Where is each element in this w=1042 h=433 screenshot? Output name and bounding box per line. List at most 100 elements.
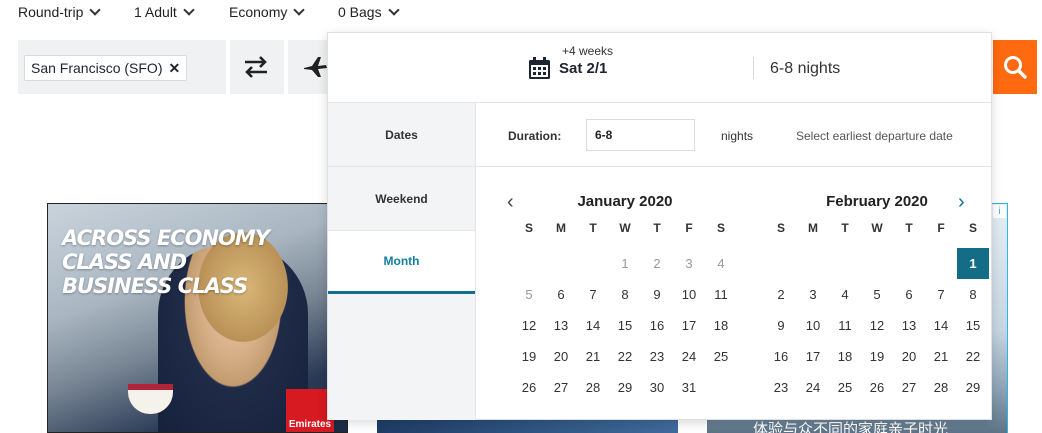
bags-dropdown[interactable]: 0 Bags	[338, 3, 400, 20]
calendar-day[interactable]: 18	[829, 341, 861, 372]
origin-chip: San Francisco (SFO) ✕	[24, 55, 188, 81]
weekday-header: W	[871, 221, 883, 235]
calendar-day[interactable]: 15	[957, 310, 989, 341]
calendar-day[interactable]: 16	[641, 310, 673, 341]
duration-unit: nights	[721, 129, 754, 143]
calendar-day[interactable]: 11	[829, 310, 861, 341]
calendar-day[interactable]: 4	[705, 248, 737, 279]
calendar-day[interactable]: 2	[765, 279, 797, 310]
calendar-day[interactable]: 26	[513, 372, 545, 403]
trip-type-label: Round-trip	[18, 4, 84, 20]
weekday-header: W	[619, 221, 631, 235]
calendar-day[interactable]: 30	[641, 372, 673, 403]
calendar-day[interactable]: 23	[641, 341, 673, 372]
ad-headline-line1: ACROSS ECONOMY CLASS AND	[62, 226, 270, 274]
calendar-day[interactable]: 14	[925, 310, 957, 341]
calendar-day[interactable]: 24	[673, 341, 705, 372]
plus-weeks-label: +4 weeks	[562, 44, 614, 58]
calendar-day[interactable]: 22	[609, 341, 641, 372]
remove-origin-icon[interactable]: ✕	[168, 60, 180, 77]
middle-ad[interactable]	[377, 418, 678, 433]
calendar-day[interactable]: 19	[513, 341, 545, 372]
calendar-day[interactable]: 27	[545, 372, 577, 403]
duration-input[interactable]	[586, 119, 695, 151]
empty-day-cell	[861, 248, 893, 279]
calendar-day[interactable]: 5	[513, 279, 545, 310]
calendar-day[interactable]: 13	[545, 310, 577, 341]
calendar-day[interactable]: 11	[705, 279, 737, 310]
calendar-day[interactable]: 21	[925, 341, 957, 372]
calendar-day[interactable]: 31	[673, 372, 705, 403]
calendar-day[interactable]: 29	[957, 372, 989, 403]
calendar-day[interactable]: 3	[797, 279, 829, 310]
calendar-day[interactable]: 29	[609, 372, 641, 403]
empty-day-cell	[513, 248, 545, 279]
calendar-day[interactable]: 25	[829, 372, 861, 403]
weekday-header: M	[556, 221, 566, 235]
weekday-header: M	[808, 221, 818, 235]
calendar-day[interactable]: 8	[957, 279, 989, 310]
calendar-day[interactable]: 6	[893, 279, 925, 310]
calendar-day[interactable]: 13	[893, 310, 925, 341]
month-title: January 2020	[577, 193, 673, 210]
empty-day-cell	[705, 372, 737, 403]
tab-month[interactable]: Month	[328, 231, 475, 294]
calendar-day[interactable]: 10	[797, 310, 829, 341]
calendar-day[interactable]: 9	[765, 310, 797, 341]
calendar-day[interactable]: 18	[705, 310, 737, 341]
calendar-day[interactable]: 3	[673, 248, 705, 279]
calendar-day[interactable]: 12	[861, 310, 893, 341]
cabin-dropdown[interactable]: Economy	[229, 3, 306, 20]
calendar-day[interactable]: 23	[765, 372, 797, 403]
calendar-day[interactable]: 9	[641, 279, 673, 310]
search-button[interactable]	[993, 40, 1037, 94]
weekday-header: T	[589, 221, 597, 235]
calendar-day[interactable]: 7	[577, 279, 609, 310]
nights-summary[interactable]: 6-8 nights	[770, 60, 840, 78]
swap-icon	[245, 56, 267, 78]
calendar-day[interactable]: 12	[513, 310, 545, 341]
empty-day-cell	[577, 248, 609, 279]
calendar-day[interactable]: 8	[609, 279, 641, 310]
calendar-day[interactable]: 17	[797, 341, 829, 372]
date-picker-popover: +4 weeks Sat 2/1 6-8 nights Dates Weeken…	[327, 32, 992, 420]
calendar-day[interactable]: 14	[577, 310, 609, 341]
calendar-day[interactable]: 28	[925, 372, 957, 403]
calendar-day[interactable]: 15	[609, 310, 641, 341]
calendar-day[interactable]: 27	[893, 372, 925, 403]
calendar-day[interactable]: 1	[957, 248, 989, 279]
calendar-day[interactable]: 28	[577, 372, 609, 403]
calendar-day[interactable]: 6	[545, 279, 577, 310]
tab-weekend[interactable]: Weekend	[328, 167, 475, 231]
next-month-button[interactable]: ›	[958, 192, 965, 212]
emirates-ad[interactable]: ACROSS ECONOMY CLASS AND BUSINESS CLASS …	[47, 203, 348, 433]
calendar-day[interactable]: 16	[765, 341, 797, 372]
calendar-day[interactable]: 19	[861, 341, 893, 372]
calendar-day[interactable]: 25	[705, 341, 737, 372]
passengers-dropdown[interactable]: 1 Adult	[134, 3, 195, 20]
calendar-day[interactable]: 2	[641, 248, 673, 279]
calendar-day[interactable]: 24	[797, 372, 829, 403]
weekday-header: T	[653, 221, 661, 235]
selected-date[interactable]: Sat 2/1	[559, 60, 607, 77]
header-divider	[753, 57, 754, 79]
ad-headline: ACROSS ECONOMY CLASS AND BUSINESS CLASS	[62, 226, 312, 298]
tab-dates[interactable]: Dates	[328, 103, 475, 167]
trip-type-dropdown[interactable]: Round-trip	[18, 3, 102, 20]
calendar-day[interactable]: 10	[673, 279, 705, 310]
duration-row: Duration: nights Select earliest departu…	[476, 103, 991, 167]
calendar-day[interactable]: 7	[925, 279, 957, 310]
calendar-day[interactable]: 20	[893, 341, 925, 372]
calendar-day[interactable]: 4	[829, 279, 861, 310]
calendar-day[interactable]: 22	[957, 341, 989, 372]
calendar-day[interactable]: 26	[861, 372, 893, 403]
calendar-day[interactable]: 17	[673, 310, 705, 341]
calendar-day[interactable]: 21	[577, 341, 609, 372]
ad-info-icon[interactable]: i	[993, 205, 1006, 218]
calendar-day[interactable]: 5	[861, 279, 893, 310]
empty-day-cell	[829, 248, 861, 279]
calendar-day[interactable]: 20	[545, 341, 577, 372]
picker-mode-tabs: Dates Weekend Month	[328, 103, 476, 420]
calendar-day[interactable]: 1	[609, 248, 641, 279]
empty-day-cell	[765, 248, 797, 279]
